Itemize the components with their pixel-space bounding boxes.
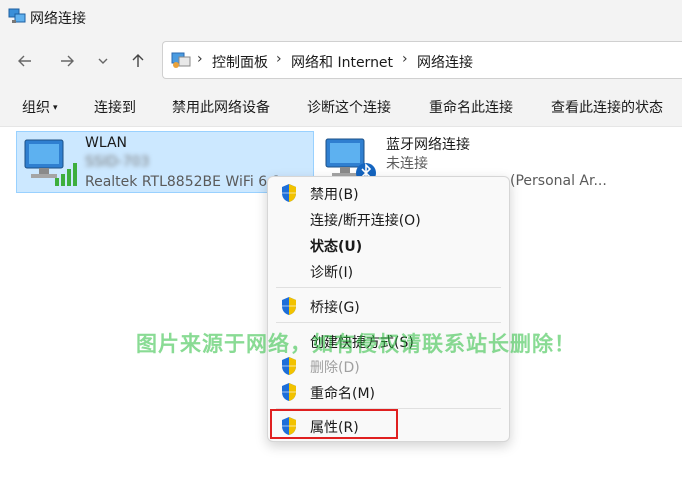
menu-item-diagnose[interactable]: 诊断(I) (268, 258, 509, 284)
control-panel-icon (171, 52, 191, 68)
diagnose-button[interactable]: 诊断这个连接 (307, 97, 391, 117)
up-arrow-icon[interactable] (126, 49, 150, 73)
connect-to-button[interactable]: 连接到 (94, 97, 136, 117)
menu-item-rename[interactable]: 重命名(M) (268, 379, 509, 405)
menu-item-disable[interactable]: 禁用(B) (268, 180, 509, 206)
properties-highlight-box (270, 409, 398, 439)
title-bar: 网络连接 (0, 0, 682, 34)
uac-shield-icon (282, 383, 296, 401)
chevron-down-icon[interactable] (91, 49, 115, 73)
organize-menu-button[interactable]: 组织 ▾ (22, 97, 58, 117)
breadcrumb-separator: › (276, 51, 282, 67)
connection-name: WLAN (85, 135, 128, 151)
menu-item-bridge[interactable]: 桥接(G) (268, 293, 509, 319)
context-menu: 禁用(B) 连接/断开连接(O) 状态(U) 诊断(I) 桥接(G) 创建快捷方… (267, 176, 510, 442)
menu-item-connect-disconnect[interactable]: 连接/断开连接(O) (268, 206, 509, 232)
back-arrow-icon[interactable] (13, 49, 37, 73)
network-connections-icon (8, 8, 26, 23)
command-bar: 组织 ▾ 连接到 禁用此网络设备 诊断这个连接 重命名此连接 查看此连接的状态 (0, 86, 682, 127)
menu-item-label: 连接/断开连接(O) (310, 213, 421, 229)
rename-button[interactable]: 重命名此连接 (429, 97, 513, 117)
adapter-name: (Personal Ar... (510, 173, 607, 189)
breadcrumb-control-panel[interactable]: 控制面板 (212, 52, 268, 72)
menu-item-label: 重命名(M) (310, 386, 376, 402)
menu-item-label: 状态(U) (310, 239, 363, 255)
breadcrumb-separator: › (402, 51, 408, 67)
menu-item-label: 禁用(B) (310, 187, 359, 203)
wifi-adapter-icon (24, 139, 77, 186)
uac-shield-icon (282, 297, 296, 315)
connection-status: 未连接 (386, 156, 428, 172)
menu-item-status[interactable]: 状态(U) (268, 232, 509, 258)
menu-item-label: 桥接(G) (310, 300, 360, 316)
connected-network-name: SSID-703 (85, 154, 150, 170)
uac-shield-icon (282, 184, 296, 202)
menu-item-label: 删除(D) (310, 360, 360, 376)
menu-item-label: 诊断(I) (310, 265, 354, 281)
dropdown-arrow-icon: ▾ (53, 103, 58, 113)
disable-device-button[interactable]: 禁用此网络设备 (172, 97, 270, 117)
view-status-button[interactable]: 查看此连接的状态 (551, 97, 663, 117)
forward-arrow-icon[interactable] (55, 49, 79, 73)
address-bar[interactable]: › 控制面板 › 网络和 Internet › 网络连接 (162, 41, 682, 79)
menu-separator (276, 287, 501, 288)
window-title: 网络连接 (30, 11, 86, 27)
breadcrumb-network-internet[interactable]: 网络和 Internet (291, 52, 393, 72)
breadcrumb-network-connections[interactable]: 网络连接 (417, 52, 473, 72)
adapter-name: Realtek RTL8852BE WiFi 6 8 (85, 174, 281, 190)
watermark-text: 图片来源于网络，如有侵权请联系站长删除！ (136, 332, 576, 356)
connection-name: 蓝牙网络连接 (386, 137, 470, 153)
breadcrumb-separator: › (197, 51, 203, 67)
uac-shield-icon (282, 357, 296, 375)
menu-separator (276, 322, 501, 323)
